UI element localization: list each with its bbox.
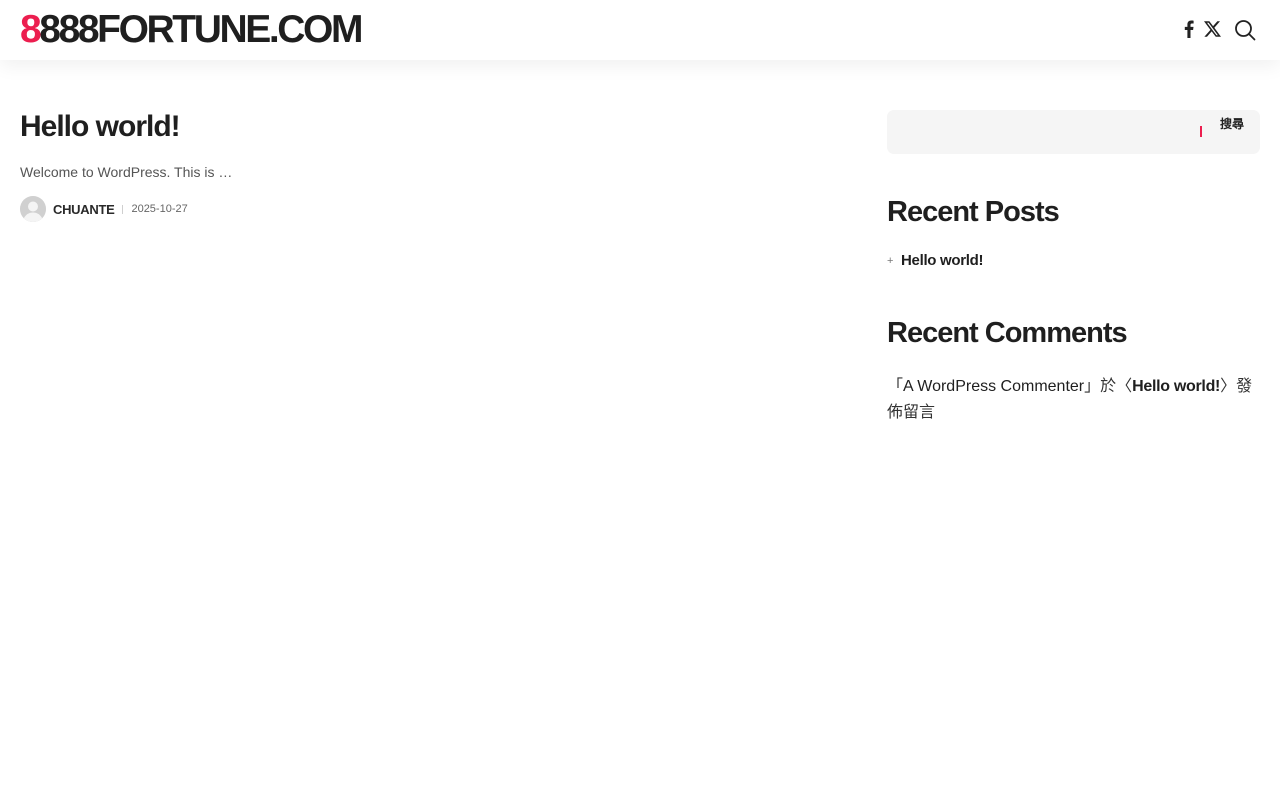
sidebar-search: 搜尋 bbox=[887, 110, 1260, 154]
recent-posts-title: Recent Posts bbox=[887, 196, 1060, 228]
post-card: Hello world! Welcome to WordPress. This … bbox=[20, 108, 840, 222]
post-author-link[interactable]: CHUANTE bbox=[53, 202, 115, 217]
sidebar: 搜尋 Recent Posts + Hello world! Recent Co… bbox=[887, 110, 1260, 421]
meta-divider bbox=[122, 204, 124, 214]
post-date: 2025-10-27 bbox=[131, 203, 188, 215]
post-title: Hello world! bbox=[20, 108, 840, 146]
recent-comment: 「A WordPress Commenter」於〈Hello world!〉發佈… bbox=[887, 374, 1260, 426]
list-item: + Hello world! bbox=[887, 252, 984, 269]
recent-post-link[interactable]: Hello world! bbox=[901, 252, 984, 269]
facebook-icon[interactable] bbox=[1178, 18, 1200, 40]
search-input[interactable] bbox=[899, 118, 1183, 148]
post-meta: CHUANTE 2025-10-27 bbox=[20, 196, 840, 222]
post-title-link[interactable]: Hello world! bbox=[20, 110, 181, 143]
recent-posts-widget: Recent Posts + Hello world! bbox=[887, 194, 1060, 269]
search-button[interactable]: 搜尋 bbox=[1218, 116, 1246, 132]
logo-accent: 8 bbox=[20, 8, 42, 51]
comment-post-link[interactable]: Hello world! bbox=[1132, 378, 1220, 395]
x-twitter-icon[interactable] bbox=[1201, 18, 1223, 40]
search-divider bbox=[1200, 126, 1202, 137]
site-logo[interactable]: 8888FORTUNE.COM bbox=[20, 8, 363, 52]
recent-comments-title: Recent Comments bbox=[887, 317, 1128, 349]
recent-comments-widget: Recent Comments 「A WordPress Commenter」於… bbox=[887, 315, 1260, 421]
comment-author-link[interactable]: A WordPress Commenter bbox=[903, 378, 1084, 395]
plus-icon: + bbox=[887, 254, 894, 267]
comment-open-bracket: 「 bbox=[887, 378, 904, 395]
avatar[interactable] bbox=[20, 196, 46, 222]
logo-text: 888FORTUNE.COM bbox=[39, 8, 363, 51]
site-header: 8888FORTUNE.COM bbox=[0, 0, 1280, 60]
post-excerpt: Welcome to WordPress. This is … bbox=[20, 164, 233, 180]
search-icon[interactable] bbox=[1233, 18, 1257, 42]
comment-connector: 」於〈 bbox=[1084, 378, 1133, 395]
